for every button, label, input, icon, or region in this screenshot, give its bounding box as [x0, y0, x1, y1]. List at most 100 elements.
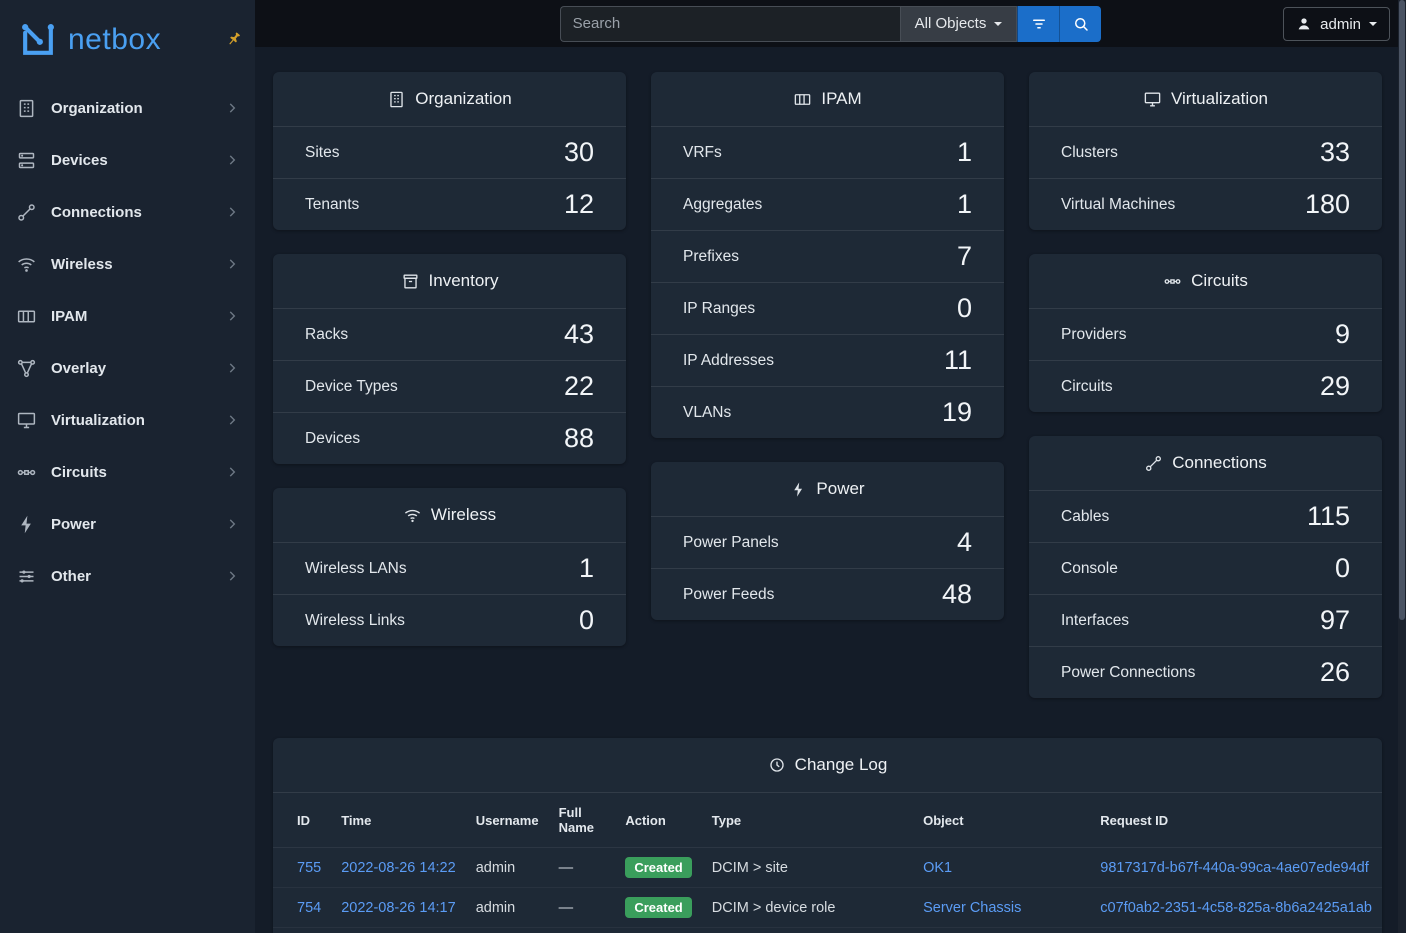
scrollbar-thumb[interactable]	[1399, 0, 1405, 620]
stat-row-sites[interactable]: Sites 30	[273, 127, 626, 178]
archive-icon	[401, 272, 420, 291]
dashboard: Organization Sites 30 Tenants 12 Invento…	[255, 47, 1406, 933]
netbox-logo[interactable]: netbox	[0, 0, 255, 82]
status-badge: Created	[625, 857, 691, 878]
vertical-scrollbar[interactable]	[1398, 0, 1406, 933]
user-menu-button[interactable]: admin	[1283, 7, 1390, 41]
col-full-name: Full Name	[549, 793, 616, 848]
change-type: DCIM > device role	[702, 888, 913, 928]
filter-button[interactable]	[1017, 6, 1059, 42]
sidebar-item-connections[interactable]: Connections	[0, 186, 255, 238]
chevron-right-icon	[225, 517, 239, 531]
search-input[interactable]	[560, 6, 900, 42]
sidebar-item-other[interactable]: Other	[0, 550, 255, 602]
stat-row-power-feeds[interactable]: Power Feeds 48	[651, 568, 1004, 620]
circuits-card: Circuits Providers 9 Circuits 29	[1029, 254, 1382, 412]
stat-row-power-connections[interactable]: Power Connections 26	[1029, 646, 1382, 698]
stat-row-devices[interactable]: Devices 88	[273, 412, 626, 464]
col-type: Type	[702, 793, 913, 848]
inventory-card: Inventory Racks 43 Device Types 22 Devic…	[273, 254, 626, 464]
graph-icon	[16, 358, 37, 379]
chevron-right-icon	[225, 153, 239, 167]
card-title-wireless: Wireless	[273, 488, 626, 543]
stat-row-power-panels[interactable]: Power Panels 4	[651, 517, 1004, 568]
sidebar-item-virtualization[interactable]: Virtualization	[0, 394, 255, 446]
person-icon	[1296, 16, 1312, 32]
stat-row-console[interactable]: Console 0	[1029, 542, 1382, 594]
sidebar: netbox Organization Devices Connections …	[0, 0, 255, 933]
magnify-icon	[1072, 15, 1090, 33]
change-id-link[interactable]: 754	[297, 900, 321, 916]
sidebar-item-organization[interactable]: Organization	[0, 82, 255, 134]
transit-icon	[16, 462, 37, 483]
wifi-icon	[16, 254, 37, 275]
card-title-circuits: Circuits	[1029, 254, 1382, 309]
change-type: DCIM > site	[702, 848, 913, 888]
table-row: 755 2022-08-26 14:22 admin — Created DCI…	[273, 848, 1382, 888]
sidebar-item-devices[interactable]: Devices	[0, 134, 255, 186]
request-id-link[interactable]: 9817317d-b67f-440a-99ca-4ae07ede94df	[1100, 860, 1368, 876]
card-title-virtualization: Virtualization	[1029, 72, 1382, 127]
sidebar-nav: Organization Devices Connections Wireles…	[0, 82, 255, 602]
card-title-organization: Organization	[273, 72, 626, 127]
sidebar-item-circuits[interactable]: Circuits	[0, 446, 255, 498]
caret-down-icon	[994, 22, 1002, 26]
chevron-right-icon	[225, 413, 239, 427]
connections-card: Connections Cables 115 Console 0 Interfa…	[1029, 436, 1382, 698]
stat-row-racks[interactable]: Racks 43	[273, 309, 626, 360]
stat-row-device-types[interactable]: Device Types 22	[273, 360, 626, 412]
connection-icon	[16, 202, 37, 223]
stat-row-tenants[interactable]: Tenants 12	[273, 178, 626, 230]
stat-row-aggregates[interactable]: Aggregates 1	[651, 178, 1004, 230]
change-username: admin	[466, 888, 549, 928]
sidebar-item-power[interactable]: Power	[0, 498, 255, 550]
change-username: admin	[466, 928, 549, 933]
chevron-right-icon	[225, 569, 239, 583]
object-type-dropdown[interactable]: All Objects	[900, 6, 1018, 42]
monitor-icon	[1143, 90, 1162, 109]
stat-row-cables[interactable]: Cables 115	[1029, 491, 1382, 542]
search-submit-button[interactable]	[1059, 6, 1101, 42]
power-card: Power Power Panels 4 Power Feeds 48	[651, 462, 1004, 620]
col-time: Time	[331, 793, 466, 848]
request-id-link[interactable]: c07f0ab2-2351-4c58-825a-8b6a2425a1ab	[1100, 900, 1372, 916]
stat-row-wireless-links[interactable]: Wireless Links 0	[273, 594, 626, 646]
change-time-link[interactable]: 2022-08-26 14:17	[341, 900, 456, 916]
table-row: 753 2022-08-26 14:15 admin — Created DCI…	[273, 928, 1382, 933]
table-header-row: ID Time Username Full Name Action Type O…	[273, 793, 1382, 848]
change-id-link[interactable]: 755	[297, 860, 321, 876]
stat-row-wireless-lans[interactable]: Wireless LANs 1	[273, 543, 626, 594]
organization-card: Organization Sites 30 Tenants 12	[273, 72, 626, 230]
stat-row-clusters[interactable]: Clusters 33	[1029, 127, 1382, 178]
transit-icon	[1163, 272, 1182, 291]
building-icon	[387, 90, 406, 109]
stat-row-circuits[interactable]: Circuits 29	[1029, 360, 1382, 412]
ipam-card: IPAM VRFs 1 Aggregates 1 Prefixes 7	[651, 72, 1004, 438]
pin-sidebar-icon[interactable]	[225, 30, 243, 48]
stat-row-vrfs[interactable]: VRFs 1	[651, 127, 1004, 178]
changelog-table: ID Time Username Full Name Action Type O…	[273, 793, 1382, 933]
chevron-right-icon	[225, 101, 239, 115]
sidebar-item-ipam[interactable]: IPAM	[0, 290, 255, 342]
col-username: Username	[466, 793, 549, 848]
stat-row-vlans[interactable]: VLANs 19	[651, 386, 1004, 438]
stat-row-providers[interactable]: Providers 9	[1029, 309, 1382, 360]
change-object-link[interactable]: Server Chassis	[923, 900, 1021, 916]
card-title-changelog: Change Log	[273, 738, 1382, 793]
sidebar-item-overlay[interactable]: Overlay	[0, 342, 255, 394]
stat-row-prefixes[interactable]: Prefixes 7	[651, 230, 1004, 282]
change-full-name: —	[549, 928, 616, 933]
card-title-connections: Connections	[1029, 436, 1382, 491]
change-time-link[interactable]: 2022-08-26 14:22	[341, 860, 456, 876]
cable-icon	[1144, 454, 1163, 473]
sidebar-item-wireless[interactable]: Wireless	[0, 238, 255, 290]
change-object-link[interactable]: OK1	[923, 860, 952, 876]
stat-row-ip-addresses[interactable]: IP Addresses 11	[651, 334, 1004, 386]
stat-row-virtual-machines[interactable]: Virtual Machines 180	[1029, 178, 1382, 230]
stat-row-ip-ranges[interactable]: IP Ranges 0	[651, 282, 1004, 334]
monitor-icon	[16, 410, 37, 431]
stat-row-interfaces[interactable]: Interfaces 97	[1029, 594, 1382, 646]
main-area: All Objects admin Organization	[255, 0, 1406, 933]
chevron-right-icon	[225, 361, 239, 375]
change-type: DCIM > module bay template	[702, 928, 913, 933]
